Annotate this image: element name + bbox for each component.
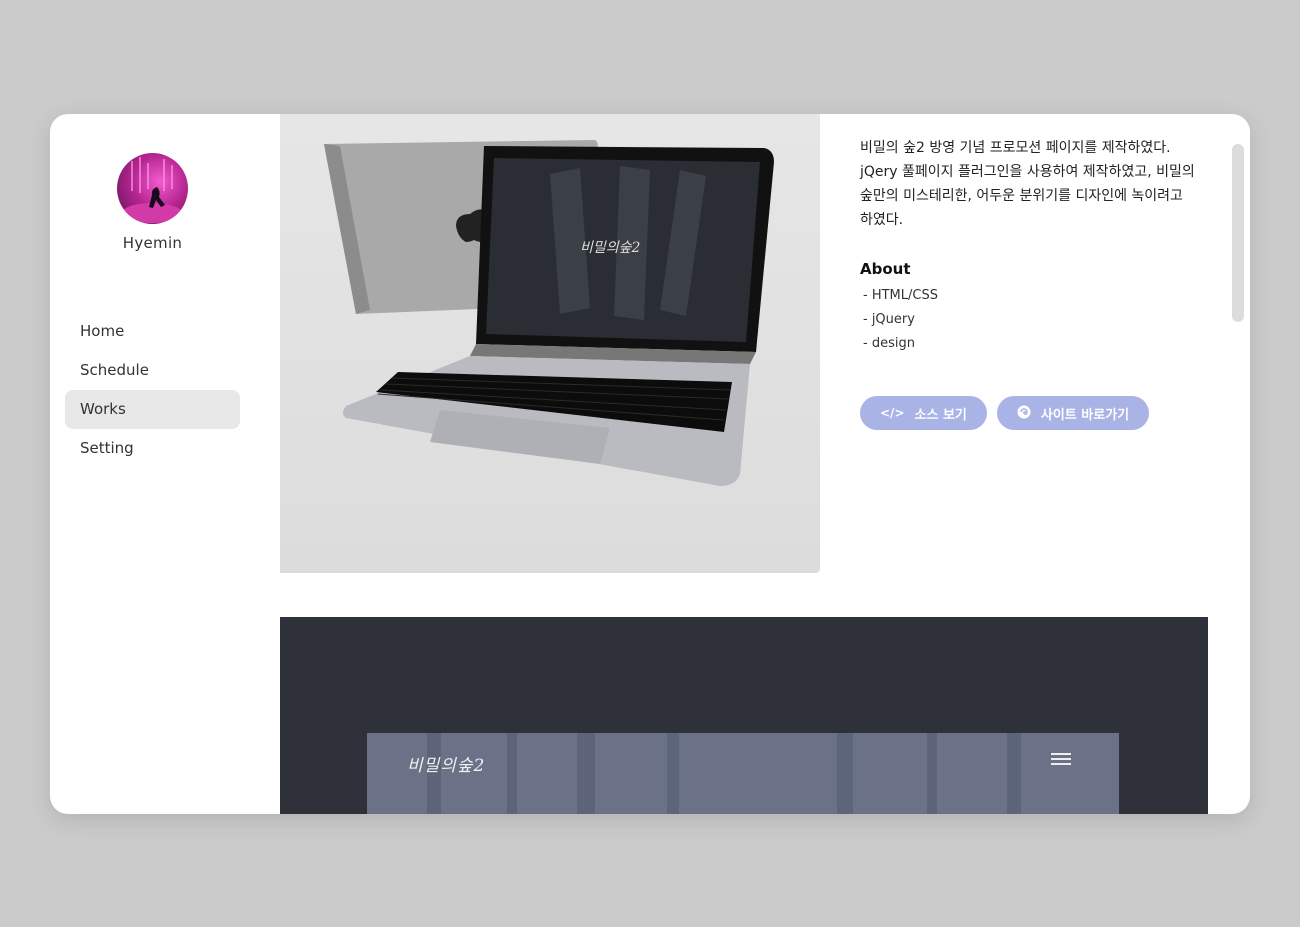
nav-item-schedule[interactable]: Schedule bbox=[65, 351, 240, 390]
nav-menu: Home Schedule Works Setting bbox=[65, 312, 240, 468]
preview-logo: 비밀의숲2 bbox=[407, 756, 486, 776]
laptop-mockup-image: 비밀의숲2 bbox=[280, 114, 820, 573]
visit-site-button[interactable]: 사이트 바로가기 bbox=[996, 396, 1150, 430]
about-item: - HTML/CSS bbox=[863, 288, 938, 303]
about-item: - jQuery bbox=[863, 312, 915, 327]
about-title: About bbox=[860, 260, 911, 278]
work-description: 비밀의 숲2 방영 기념 프로모션 페이지를 제작하였다. jQery 풀페이지… bbox=[860, 140, 1195, 228]
scrollbar[interactable] bbox=[1232, 144, 1244, 804]
site-preview-image: 비밀의숲2 bbox=[280, 617, 1208, 814]
nav-item-home[interactable]: Home bbox=[65, 312, 240, 351]
view-source-label: 소스 보기 bbox=[914, 407, 967, 423]
sidebar: Hyemin Home Schedule Works Setting bbox=[50, 114, 280, 814]
avatar[interactable] bbox=[117, 153, 188, 224]
nav-item-setting[interactable]: Setting bbox=[65, 429, 240, 468]
about-item: - design bbox=[863, 336, 915, 351]
preview-screen: 비밀의숲2 bbox=[367, 733, 1119, 814]
nav-item-works[interactable]: Works bbox=[65, 390, 240, 429]
username: Hyemin bbox=[122, 234, 183, 252]
svg-text:비밀의숲2: 비밀의숲2 bbox=[580, 240, 641, 256]
main-card: Hyemin Home Schedule Works Setting 비밀의숲2 bbox=[50, 114, 1250, 814]
scrollbar-thumb[interactable] bbox=[1232, 144, 1244, 322]
about-list: - HTML/CSS - jQuery - design bbox=[860, 284, 1200, 356]
hamburger-menu-icon bbox=[1051, 753, 1071, 768]
action-buttons: </> 소스 보기 사이트 바로가기 bbox=[860, 396, 1200, 430]
code-icon: </> bbox=[880, 406, 905, 420]
browser-icon bbox=[1017, 405, 1031, 422]
work-info: 비밀의 숲2 방영 기념 프로모션 페이지를 제작하였다. jQery 풀페이지… bbox=[860, 136, 1200, 430]
view-source-button[interactable]: </> 소스 보기 bbox=[860, 396, 987, 430]
visit-site-label: 사이트 바로가기 bbox=[1040, 407, 1130, 423]
